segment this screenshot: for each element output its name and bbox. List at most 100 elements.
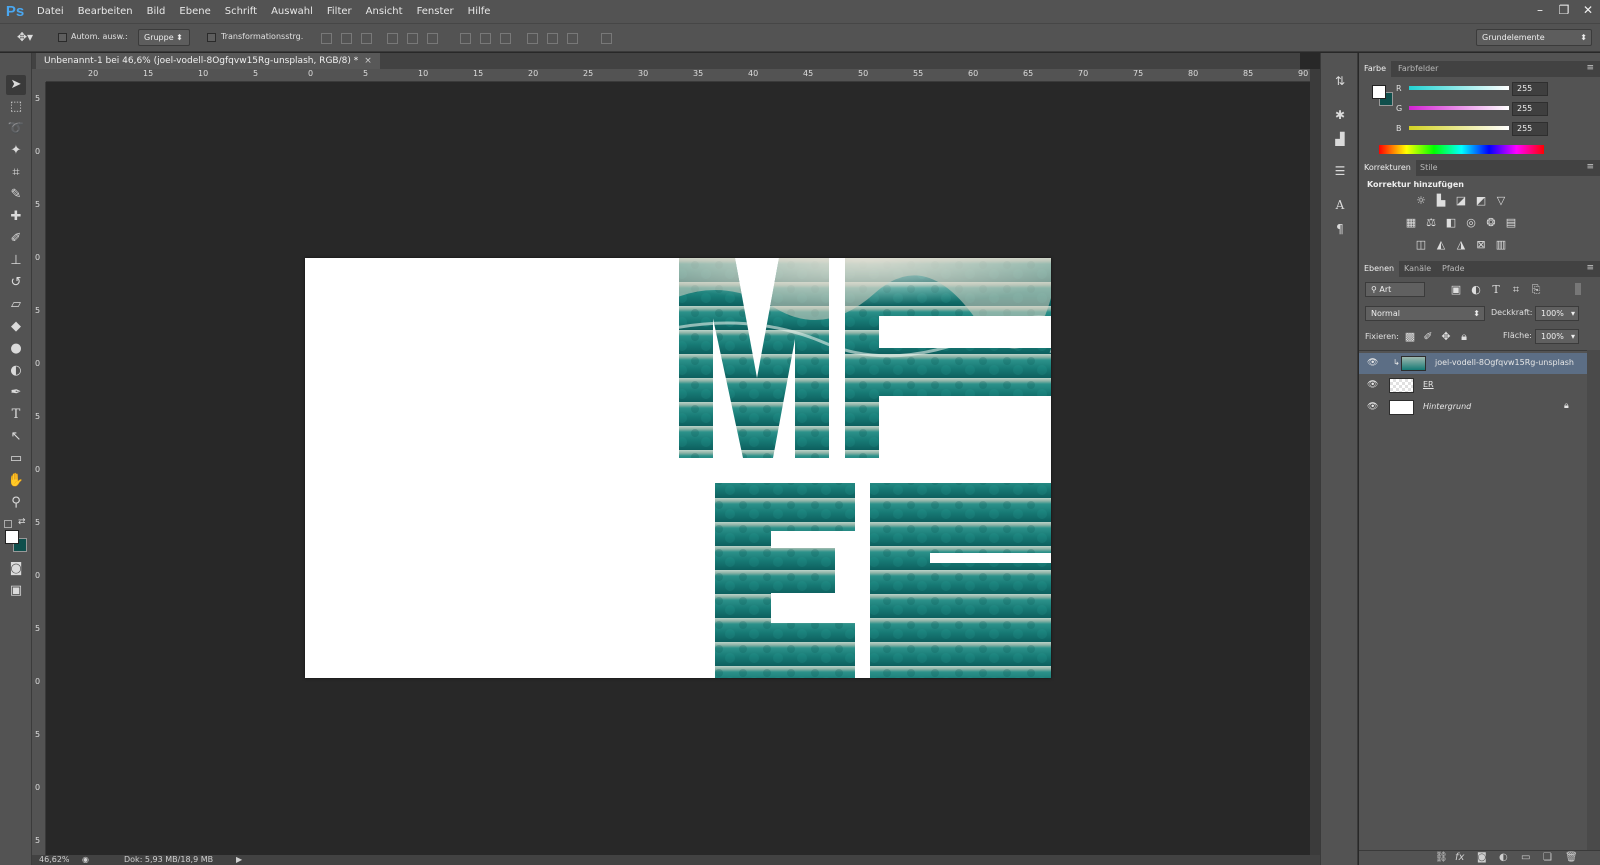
history-brush-tool-icon[interactable]: ↺ [6,273,26,293]
zoom-tool-icon[interactable]: ⚲ [6,493,26,513]
exposure-icon[interactable]: ◩ [1474,194,1488,207]
channel-mixer-icon[interactable]: ❂ [1484,216,1498,229]
color-foreground-swatch[interactable] [1372,85,1386,99]
layer-style-icon[interactable]: fx [1455,852,1464,863]
opacity-input[interactable]: 100% ▾ [1535,306,1579,321]
layer-row-photo[interactable]: 👁︎ ↳ joel-vodell-8Ogfqvw15Rg-unsplash [1359,353,1587,374]
close-window-button[interactable]: ✕ [1576,0,1600,20]
hue-saturation-icon[interactable]: ▦ [1404,216,1418,229]
screen-mode-icon[interactable]: ▣ [6,581,26,601]
close-tab-icon[interactable]: × [364,56,372,66]
restore-button[interactable]: ❐ [1552,0,1576,20]
visibility-eye-icon[interactable]: 👁︎ [1367,380,1378,390]
vertical-ruler[interactable]: 5 0 5 0 5 0 5 0 5 0 5 0 5 0 5 [32,82,46,855]
healing-brush-tool-icon[interactable]: ✚ [6,207,26,227]
distribute-vcenter-icon[interactable] [480,33,491,44]
photo-filter-icon[interactable]: ◎ [1464,216,1478,229]
tab-stile[interactable]: Stile [1415,160,1443,176]
distribute-top-icon[interactable] [460,33,471,44]
layer-row-hintergrund[interactable]: 👁︎ Hintergrund 🔒︎ [1359,397,1587,418]
lasso-tool-icon[interactable]: ➰ [6,119,26,139]
fill-input[interactable]: 100% ▾ [1535,329,1579,344]
move-tool-icon[interactable]: ➤ [6,75,26,95]
align-top-icon[interactable] [321,33,332,44]
visibility-eye-icon[interactable]: 👁︎ [1367,402,1378,412]
layers-scrollbar[interactable] [1587,350,1600,850]
magic-wand-tool-icon[interactable]: ✦ [6,141,26,161]
invert-icon[interactable]: ◫ [1414,238,1428,251]
eyedropper-tool-icon[interactable]: ✎ [6,185,26,205]
color-balance-icon[interactable]: ⚖ [1424,216,1438,229]
new-group-icon[interactable]: ▭ [1521,852,1530,863]
document-canvas[interactable]: ME ER [305,258,1051,678]
type-tool-icon[interactable]: T [6,405,26,425]
adjustments-panel-menu-icon[interactable]: ≡ [1586,162,1594,172]
curves-icon[interactable]: ◪ [1454,194,1468,207]
pen-tool-icon[interactable]: ✒ [6,383,26,403]
quick-mask-icon[interactable]: ◙ [6,559,26,579]
dodge-tool-icon[interactable]: ◐ [6,361,26,381]
lock-position-icon[interactable]: ✥ [1439,330,1453,343]
path-selection-tool-icon[interactable]: ↖ [6,427,26,447]
gradient-map-icon[interactable]: ▥ [1494,238,1508,251]
rectangle-tool-icon[interactable]: ▭ [6,449,26,469]
foreground-color-swatch[interactable] [5,530,19,544]
menu-datei[interactable]: Datei [30,0,71,23]
auto-select-checkbox[interactable] [58,33,67,42]
color-lookup-icon[interactable]: ▤ [1504,216,1518,229]
tab-farbfelder[interactable]: Farbfelder [1393,61,1443,77]
color-spectrum-bar[interactable] [1379,145,1544,154]
distribute-right-icon[interactable] [567,33,578,44]
libraries-panel-icon[interactable]: ☰ [1330,161,1350,181]
selective-color-icon[interactable]: ⊠ [1474,238,1488,251]
threshold-icon[interactable]: ◮ [1454,238,1468,251]
tab-kanaele[interactable]: Kanäle [1399,261,1436,277]
workspace-dropdown[interactable]: Grundelemente ⬍ [1476,29,1592,46]
status-menu-arrow-icon[interactable]: ▶ [236,855,242,864]
ruler-origin[interactable] [32,69,46,82]
color-panel-menu-icon[interactable]: ≡ [1586,63,1594,73]
vertical-scrollbar[interactable] [1310,69,1320,855]
menu-bild[interactable]: Bild [140,0,173,23]
visibility-eye-icon[interactable]: 👁︎ [1367,358,1378,368]
add-mask-icon[interactable]: ◙ [1477,852,1487,863]
blur-tool-icon[interactable]: ● [6,339,26,359]
lock-all-icon[interactable]: 🔒︎ [1457,330,1471,343]
marquee-tool-icon[interactable]: ⬚ [6,97,26,117]
crop-tool-icon[interactable]: ⌗ [6,163,26,183]
auto-align-icon[interactable] [601,33,612,44]
layers-panel-menu-icon[interactable]: ≡ [1586,263,1594,273]
align-hcenter-icon[interactable] [407,33,418,44]
filter-adjustment-icon[interactable]: ◐ [1469,283,1483,296]
new-adjustment-layer-icon[interactable]: ◐ [1499,852,1508,863]
menu-schrift[interactable]: Schrift [218,0,264,23]
new-layer-icon[interactable]: ❏ [1543,852,1552,863]
levels-icon[interactable]: ▙ [1434,194,1448,207]
align-left-icon[interactable] [387,33,398,44]
brightness-contrast-icon[interactable]: ☼ [1414,194,1428,207]
tab-pfade[interactable]: Pfade [1437,261,1470,277]
lock-image-icon[interactable]: ✐ [1421,330,1435,343]
auto-select-target-dropdown[interactable]: Gruppe ⬍ [138,29,190,46]
histogram-panel-icon[interactable]: ▟ [1330,129,1350,149]
menu-auswahl[interactable]: Auswahl [264,0,320,23]
menu-hilfe[interactable]: Hilfe [461,0,498,23]
paragraph-panel-icon[interactable]: ¶ [1330,219,1350,239]
vibrance-icon[interactable]: ▽ [1494,194,1508,207]
minimize-button[interactable]: – [1528,0,1552,20]
delete-layer-icon[interactable]: 🗑︎ [1565,852,1578,863]
posterize-icon[interactable]: ◭ [1434,238,1448,251]
blend-mode-dropdown[interactable]: Normal ⬍ [1365,306,1485,321]
distribute-left-icon[interactable] [527,33,538,44]
horizontal-ruler[interactable]: 20 15 10 5 0 5 10 15 20 25 30 35 40 45 50 55 60 65 70 75 80 8… [46,69,1310,82]
black-white-icon[interactable]: ◧ [1444,216,1458,229]
menu-fenster[interactable]: Fenster [410,0,461,23]
align-vcenter-icon[interactable] [341,33,352,44]
tab-ebenen[interactable]: Ebenen [1359,261,1400,277]
align-right-icon[interactable] [427,33,438,44]
document-tab[interactable]: Unbenannt-1 bei 46,6% (joel-vodell-8Ogfq… [36,53,380,69]
history-panel-icon[interactable]: ⇅ [1330,71,1350,91]
transform-controls-checkbox[interactable] [207,33,216,42]
red-channel-slider[interactable] [1409,86,1509,90]
hand-tool-icon[interactable]: ✋ [6,471,26,491]
